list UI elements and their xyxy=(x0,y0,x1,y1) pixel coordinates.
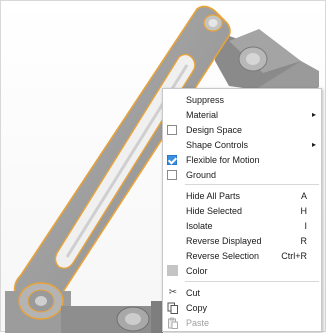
menu-item-design-space[interactable]: Design Space xyxy=(163,122,321,137)
menu-item-label: Color xyxy=(186,265,208,276)
checkbox-flexible-for-motion[interactable] xyxy=(167,154,177,165)
menu-separator xyxy=(185,184,319,185)
menu-item-shortcut: R xyxy=(300,235,308,246)
menu-item-label: Shape Controls xyxy=(186,139,249,150)
menu-item-label: Material xyxy=(186,109,219,120)
menu-item-suppress[interactable]: Suppress xyxy=(163,92,321,107)
menu-item-label: Cut xyxy=(186,287,201,298)
menu-item-label: Copy xyxy=(186,302,208,313)
menu-separator xyxy=(185,281,319,282)
menu-item-label: Hide Selected xyxy=(186,205,243,216)
menu-item-label: Flexible for Motion xyxy=(186,154,260,165)
checkbox-ground[interactable] xyxy=(167,169,177,180)
menu-item-reverse-displayed[interactable]: Reverse Displayed R xyxy=(163,233,321,248)
menu-item-label: Ground xyxy=(186,169,217,180)
menu-item-shape-controls[interactable]: Shape Controls ▸ xyxy=(163,137,321,152)
checkbox-design-space[interactable] xyxy=(167,124,177,135)
menu-item-flexible-for-motion[interactable]: Flexible for Motion xyxy=(163,152,321,167)
menu-item-shortcut: Ctrl+R xyxy=(281,250,307,261)
menu-item-label: Paste xyxy=(186,317,210,328)
menu-item-label: Reverse Selection xyxy=(186,250,260,261)
menu-item-reverse-selection[interactable]: Reverse Selection Ctrl+R xyxy=(163,248,321,263)
scissors-icon: ✂ xyxy=(168,286,178,298)
menu-item-ground[interactable]: Ground xyxy=(163,167,321,182)
menu-item-shortcut: H xyxy=(300,205,308,216)
menu-item-shortcut: A xyxy=(300,190,307,201)
menu-item-label: Design Space xyxy=(186,124,243,135)
submenu-arrow-icon: ▸ xyxy=(311,140,316,149)
menu-item-paste[interactable]: Paste xyxy=(163,315,321,330)
menu-item-material[interactable]: Material ▸ xyxy=(163,107,321,122)
context-menu: Suppress Material ▸ Design Space Shape C… xyxy=(162,88,322,332)
menu-item-hide-all-parts[interactable]: Hide All Parts A xyxy=(163,188,321,203)
bottom-joint[interactable] xyxy=(5,282,163,333)
menu-item-shortcut: I xyxy=(304,220,307,231)
menu-item-label: Hide All Parts xyxy=(186,190,241,201)
menu-item-color[interactable]: Color xyxy=(163,263,321,278)
color-swatch xyxy=(167,265,178,276)
menu-item-label: Suppress xyxy=(186,94,225,105)
menu-item-isolate[interactable]: Isolate I xyxy=(163,218,321,233)
menu-item-cut[interactable]: ✂ Cut xyxy=(163,285,321,300)
submenu-arrow-icon: ▸ xyxy=(311,110,316,119)
menu-item-hide-selected[interactable]: Hide Selected H xyxy=(163,203,321,218)
copy-icon xyxy=(167,302,179,314)
menu-item-label: Reverse Displayed xyxy=(186,235,262,246)
menu-item-label: Isolate xyxy=(186,220,213,231)
paste-icon xyxy=(167,317,179,329)
menu-item-copy[interactable]: Copy xyxy=(163,300,321,315)
